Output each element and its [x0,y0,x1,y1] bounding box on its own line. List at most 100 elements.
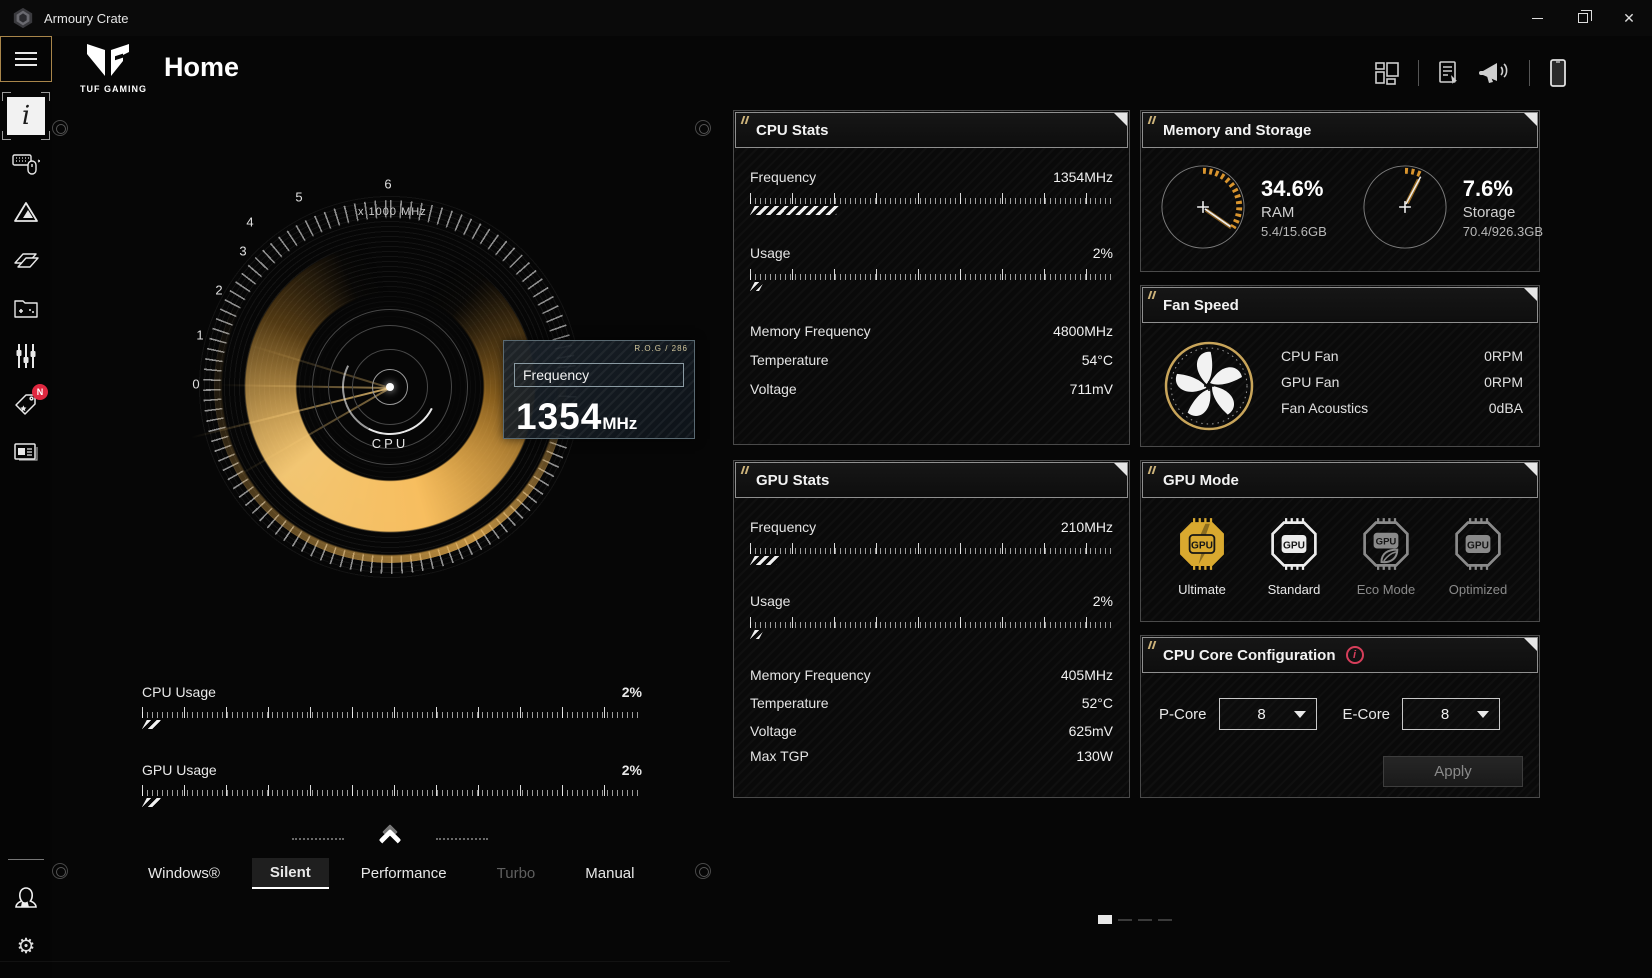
tab-turbo[interactable]: Turbo [479,859,554,888]
gauge-scale-1: 1 [196,328,203,343]
page-title: Home [164,52,239,83]
gpu-mode-standard[interactable]: GPU Standard [1251,517,1337,597]
gpu-usage-label: GPU Usage [142,762,217,778]
close-icon: ✕ [1623,11,1635,25]
stat-value: 2% [1093,243,1113,263]
gpu-mode-optimized[interactable]: GPU Optimized [1435,517,1521,597]
stat-row: Memory Frequency 4800MHz [750,321,1113,341]
fan-label: CPU Fan [1281,347,1339,365]
info-icon[interactable]: i [1346,646,1364,664]
gauge-core-label: CPU [372,436,408,451]
stat-row: Voltage 625mV [750,721,1113,741]
gauge-center-dot [386,383,394,391]
header-mark-icon [1149,291,1155,299]
topbar-separator [1418,60,1419,86]
fan-icon [1163,340,1255,432]
announcements-button[interactable] [1479,59,1511,87]
cpu-gauge-cluster: 6 5 4 3 2 1 0 x 1000 MHz CPU R.O.G / 286… [0,106,730,978]
restore-button[interactable] [1560,0,1606,36]
cpu-stats-header: CPU Stats [735,112,1128,148]
stat-value: 1354MHz [1053,167,1113,187]
storage-detail: 70.4/926.3GB [1463,224,1543,239]
armoury-crate-window: Armoury Crate ✕ i [0,0,1652,978]
gpu-chip-standard-icon: GPU [1267,517,1321,571]
tab-performance[interactable]: Performance [343,859,465,888]
indicator-dash [1138,919,1152,921]
stat-row: Memory Frequency 405MHz [750,665,1113,685]
fan-label: GPU Fan [1281,373,1339,391]
gpu-chip-eco-icon: GPU [1359,517,1413,571]
fan-row: Fan Acoustics 0dBA [1281,399,1523,417]
gauge-scale-6: 6 [384,177,391,192]
widgets-button[interactable] [1374,60,1400,86]
indicator-dash [1118,919,1132,921]
dotted-divider [436,838,488,840]
gauge-scale-unit: x 1000 MHz [358,206,427,218]
tab-silent[interactable]: Silent [252,858,329,889]
gpu-mode-title: GPU Mode [1163,472,1239,489]
p-core-dropdown[interactable]: 8 [1219,698,1317,730]
tuf-gaming-logo: TUF GAMING [80,42,136,100]
gauge-scale-5: 5 [295,190,302,205]
apply-button[interactable]: Apply [1383,756,1523,787]
fan-value: 0RPM [1484,347,1523,365]
stat-value: 2% [1093,591,1113,611]
e-core-value: 8 [1413,706,1477,723]
gpu-usage-bar [142,785,642,796]
usage-bar [750,617,1113,628]
fan-speed-title: Fan Speed [1163,297,1239,314]
cpu-stats-panel: CPU Stats Frequency 1354MHz Usage 2% Mem… [733,110,1130,445]
stat-label: Voltage [750,379,797,399]
cpu-core-config-header: CPU Core Configuration i [1142,637,1538,673]
gpu-mode-label: Ultimate [1159,582,1245,597]
expand-panel-handle[interactable] [352,824,428,848]
tab-windows[interactable]: Windows® [130,859,238,888]
menu-button[interactable] [0,36,52,82]
tooltip-unit: MHz [602,414,637,433]
storage-donut-icon [1361,163,1449,251]
restore-icon [1578,13,1588,23]
window-title: Armoury Crate [44,11,129,26]
widgets-icon [1374,60,1400,86]
gpu-mode-eco[interactable]: GPU Eco Mode [1343,517,1429,597]
stat-row: Usage 2% [750,243,1113,263]
memory-storage-panel: Memory and Storage 34.6% RAM 5.4/15.6GB [1140,110,1540,272]
armoury-crate-logo-icon [12,7,34,29]
stat-label: Usage [750,591,790,611]
gpu-mode-ultimate[interactable]: GPU Ultimate [1159,517,1245,597]
p-core-label: P-Core [1159,706,1207,723]
feedback-button[interactable] [1437,60,1461,86]
stat-value: 130W [1076,746,1113,766]
ram-detail: 5.4/15.6GB [1261,224,1327,239]
divider [0,961,730,962]
topbar-separator [1529,60,1530,86]
stat-label: Usage [750,243,790,263]
memory-storage-title: Memory and Storage [1163,122,1311,139]
fan-row: GPU Fan 0RPM [1281,373,1523,391]
stat-label: Frequency [750,167,816,187]
header-mark-icon [1149,466,1155,474]
mobile-phone-icon [1548,58,1568,88]
gauge-scale-3: 3 [239,244,246,259]
minimize-button[interactable] [1514,0,1560,36]
fan-speed-header: Fan Speed [1142,287,1538,323]
gauge-scale-4: 4 [246,215,253,230]
close-button[interactable]: ✕ [1606,0,1652,36]
stat-value: 711mV [1070,379,1113,399]
header-mark-icon [1149,116,1155,124]
frequency-bar [750,193,1113,204]
cpu-usage-value: 2% [622,684,642,700]
mobile-connect-button[interactable] [1548,58,1568,88]
minimize-icon [1532,18,1543,19]
svg-text:GPU: GPU [1191,541,1213,552]
p-core-value: 8 [1230,706,1294,723]
gpu-mode-label: Standard [1251,582,1337,597]
gpu-chip-ultimate-icon: GPU [1175,517,1229,571]
tab-manual[interactable]: Manual [567,859,652,888]
chevron-down-icon [1294,711,1306,718]
e-core-dropdown[interactable]: 8 [1402,698,1500,730]
frequency-progress [750,556,781,565]
stat-row: Frequency 210MHz [750,517,1113,537]
ram-percent: 34.6% [1261,176,1327,202]
cpu-usage-progress [142,720,161,729]
